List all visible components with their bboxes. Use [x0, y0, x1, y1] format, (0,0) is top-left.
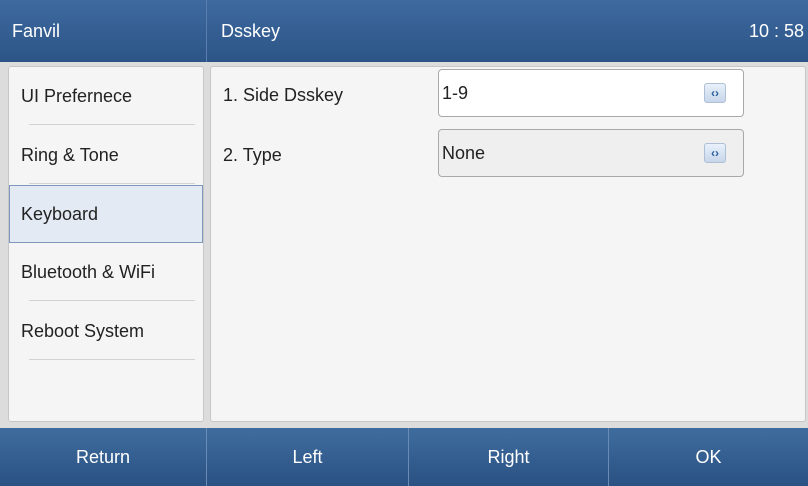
- divider: [29, 359, 195, 360]
- sidebar-item-label: Ring & Tone: [21, 145, 119, 165]
- divider: [29, 124, 195, 125]
- brand-label: Fanvil: [0, 0, 207, 62]
- setting-label: 1. Side Dsskey: [223, 85, 344, 105]
- dsskey-settings-panel: 1. Side Dsskey 1-9 ‹› 2. Type None ‹›: [210, 66, 806, 422]
- sidebar-item-bluetooth-wifi[interactable]: Bluetooth & WiFi: [9, 243, 203, 301]
- type-selector[interactable]: None ‹›: [438, 129, 744, 177]
- divider: [29, 183, 195, 184]
- left-right-arrows-icon[interactable]: ‹›: [704, 143, 726, 163]
- setting-row-side-dsskey: 1. Side Dsskey 1-9 ‹›: [211, 67, 805, 123]
- return-button[interactable]: Return: [0, 428, 207, 486]
- sidebar-item-label: Keyboard: [21, 204, 99, 224]
- selector-value: 1-9: [442, 83, 469, 103]
- page-title: Dsskey: [221, 21, 281, 41]
- sidebar-item-label: UI Prefernece: [21, 86, 133, 106]
- ok-button[interactable]: OK: [609, 428, 808, 486]
- settings-sidebar: UI Prefernece Ring & Tone Keyboard Bluet…: [8, 66, 204, 422]
- left-right-arrows-icon[interactable]: ‹›: [704, 83, 726, 103]
- setting-label: 2. Type: [223, 145, 282, 165]
- side-dsskey-selector[interactable]: 1-9 ‹›: [438, 69, 744, 117]
- sidebar-item-ui-preference[interactable]: UI Prefernece: [9, 67, 203, 125]
- sidebar-item-reboot-system[interactable]: Reboot System: [9, 302, 203, 360]
- setting-row-type: 2. Type None ‹›: [211, 127, 805, 183]
- sidebar-item-keyboard[interactable]: Keyboard: [9, 185, 203, 243]
- right-button[interactable]: Right: [409, 428, 609, 486]
- sidebar-item-label: Reboot System: [21, 321, 145, 341]
- softkey-bar: Return Left Right OK: [0, 428, 808, 486]
- top-bar: Fanvil Dsskey 10 : 58: [0, 0, 808, 62]
- clock: 10 : 58: [748, 21, 804, 41]
- divider: [29, 300, 195, 301]
- selector-value: None: [442, 143, 486, 163]
- sidebar-item-ring-tone[interactable]: Ring & Tone: [9, 126, 203, 184]
- sidebar-item-label: Bluetooth & WiFi: [21, 262, 156, 282]
- phone-screen: Fanvil Dsskey 10 : 58 UI Prefernece Ring…: [0, 0, 808, 486]
- left-button[interactable]: Left: [207, 428, 409, 486]
